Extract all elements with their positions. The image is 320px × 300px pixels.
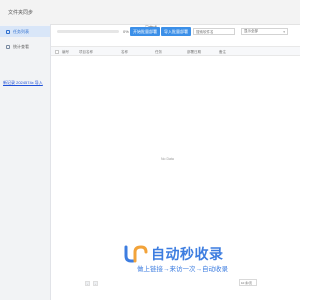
watermark-title: 自动秒收录: [151, 246, 224, 262]
progress-text: 0%: [123, 29, 129, 34]
column-header[interactable]: 编号: [62, 47, 69, 57]
column-header[interactable]: 任务: [155, 47, 162, 57]
page-size-select[interactable]: 10 条/页: [239, 279, 257, 286]
chevron-down-icon: ▾: [283, 29, 285, 34]
start-batch-deploy-button[interactable]: 开始批量部署: [130, 27, 160, 36]
column-header[interactable]: 部署日期: [187, 47, 201, 57]
sidebar-item-label: 任务列表: [13, 28, 29, 34]
sidebar-item-label: 统计查看: [13, 43, 29, 49]
sidebar: 任务列表 统计查看 新记录 2024574x 导入: [0, 24, 51, 300]
watermark-subtitle: 做上链接→来访一次→自动收录: [137, 266, 228, 273]
top-bar: 文件夹同步: [0, 0, 300, 25]
watermark-logo-icon: [124, 245, 148, 263]
filter-select[interactable]: 显示全部 ▾: [241, 28, 288, 35]
pager-next-button[interactable]: ›: [93, 281, 98, 286]
toolbar: 0% 已完成 (0) 开始批量部署 导入批量部署 显示全部 ▾: [51, 24, 300, 44]
progress-bar: [57, 30, 119, 33]
app-title: 文件夹同步: [8, 10, 34, 16]
filter-select-value: 显示全部: [244, 29, 258, 33]
empty-state: No Data: [161, 157, 174, 161]
column-header[interactable]: 项目名称: [79, 47, 93, 57]
watermark: 自动秒收录 做上链接→来访一次→自动收录: [123, 244, 238, 273]
sidebar-item-stats[interactable]: 统计查看: [0, 41, 50, 52]
list-icon: [6, 29, 10, 34]
import-batch-deploy-button[interactable]: 导入批量部署: [161, 27, 191, 36]
sidebar-item-tasks[interactable]: 任务列表: [0, 26, 50, 37]
column-header[interactable]: 备注: [219, 47, 226, 57]
sidebar-link[interactable]: 新记录 2024574x 导入: [3, 80, 43, 86]
search-input[interactable]: [193, 28, 235, 35]
chart-icon: [6, 44, 10, 49]
select-all-checkbox[interactable]: [55, 50, 59, 54]
page-size-value: 10 条/页: [241, 280, 253, 285]
pager-prev-button[interactable]: ‹: [85, 281, 90, 286]
table-header: 编号 项目名称 名称 任务 部署日期 备注: [51, 46, 300, 56]
column-header[interactable]: 名称: [121, 47, 128, 57]
